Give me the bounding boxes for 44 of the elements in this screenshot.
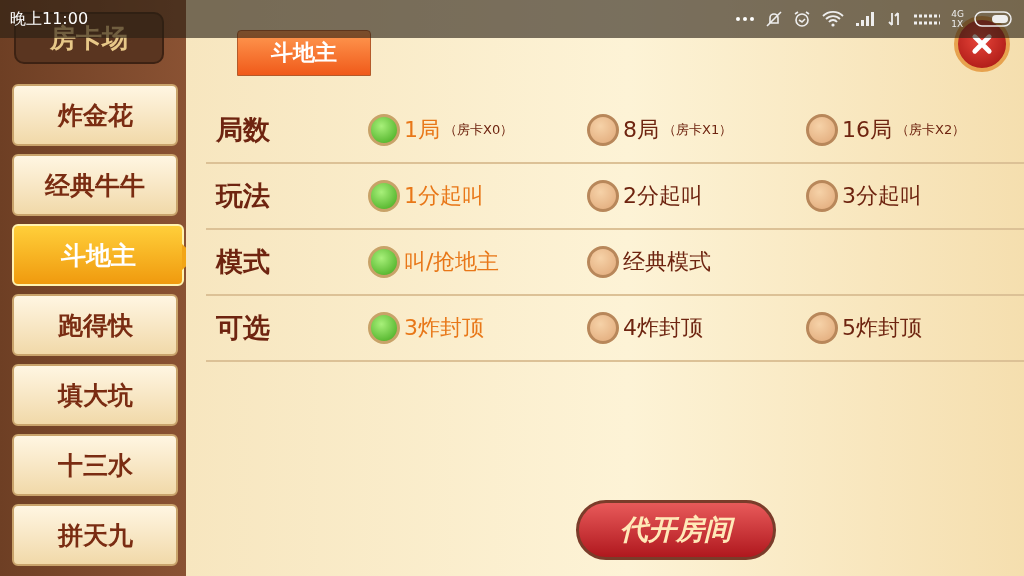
option-label: 16局 bbox=[842, 116, 892, 144]
game-tab[interactable]: 经典牛牛 bbox=[12, 154, 178, 216]
radio-button[interactable] bbox=[587, 180, 619, 212]
more-icon bbox=[735, 16, 756, 22]
setting-label: 局数 bbox=[215, 113, 271, 147]
option-label: 5炸封顶 bbox=[842, 314, 922, 342]
network-label: 4G bbox=[951, 9, 964, 19]
setting-label: 模式 bbox=[214, 245, 271, 279]
mute-bell-icon bbox=[765, 10, 784, 28]
radio-button[interactable] bbox=[368, 246, 400, 278]
radio-button[interactable] bbox=[587, 312, 619, 344]
option-label: 8局 bbox=[623, 116, 659, 144]
option-note: （房卡X1） bbox=[663, 121, 733, 139]
option-label: 经典模式 bbox=[623, 248, 711, 276]
option-label: 1分起叫 bbox=[404, 182, 484, 210]
setting-label: 可选 bbox=[215, 311, 271, 345]
network-label: 1X bbox=[951, 19, 964, 29]
close-icon bbox=[970, 32, 994, 56]
option-label: 1局 bbox=[404, 116, 440, 144]
radio-button[interactable] bbox=[368, 180, 400, 212]
game-tab[interactable]: 填大坑 bbox=[12, 364, 178, 426]
game-tab[interactable]: 十三水 bbox=[12, 434, 178, 496]
option-label: 2分起叫 bbox=[623, 182, 703, 210]
battery-icon bbox=[974, 11, 1014, 27]
radio-button[interactable] bbox=[806, 180, 838, 212]
option-note: （房卡X0） bbox=[444, 121, 514, 139]
wifi-icon bbox=[821, 10, 846, 28]
game-tab[interactable]: 炸金花 bbox=[12, 84, 178, 146]
option-label: 3分起叫 bbox=[842, 182, 922, 210]
alarm-icon bbox=[793, 10, 812, 28]
option-note: （房卡X2） bbox=[896, 121, 966, 139]
game-tab[interactable]: 跑得快 bbox=[12, 294, 178, 356]
radio-button[interactable] bbox=[806, 312, 838, 344]
option-label: 叫/抢地主 bbox=[404, 248, 500, 276]
game-tab[interactable]: 拼天九 bbox=[12, 504, 178, 566]
radio-button[interactable] bbox=[368, 312, 400, 344]
radio-button[interactable] bbox=[368, 114, 400, 146]
setting-label: 玩法 bbox=[214, 179, 271, 213]
radio-button[interactable] bbox=[587, 246, 619, 278]
radio-button[interactable] bbox=[806, 114, 838, 146]
radio-button[interactable] bbox=[587, 114, 619, 146]
option-label: 3炸封顶 bbox=[404, 314, 484, 342]
open-room-button[interactable]: 代开房间 bbox=[576, 500, 776, 560]
option-label: 4炸封顶 bbox=[623, 314, 703, 342]
